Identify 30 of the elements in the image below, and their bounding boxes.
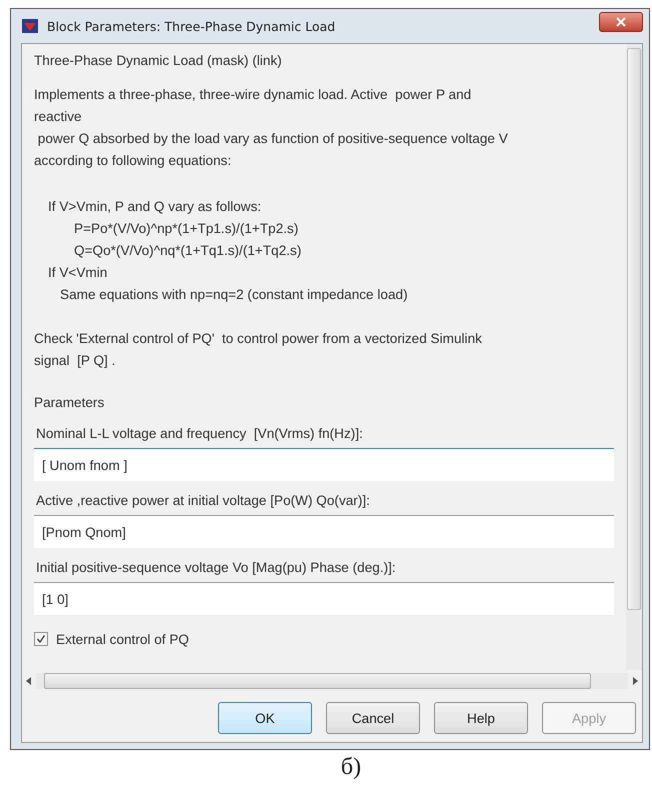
checkbox[interactable] — [34, 632, 48, 646]
horizontal-scrollbar[interactable] — [36, 673, 628, 689]
description-line: according to following equations: — [34, 152, 232, 170]
window-title: Block Parameters: Three-Phase Dynamic Load — [47, 18, 336, 34]
dialog-button[interactable]: OK — [218, 702, 312, 734]
checkbox-label: External control of PQ — [56, 632, 189, 646]
dialog-button[interactable]: Cancel — [326, 702, 420, 734]
condition-line: If V>Vmin, P and Q vary as follows: — [47, 198, 262, 216]
dialog-button[interactable]: Help — [434, 702, 528, 734]
figure-caption: б) — [340, 754, 362, 780]
scroll-left-icon[interactable] — [26, 677, 32, 685]
block-title: Three-Phase Dynamic Load (mask) (link) — [34, 52, 283, 70]
description-line: reactive — [34, 108, 83, 126]
equation-line: P=Po*(V/Vo)^np*(1+Tp1.s)/(1+Tp2.s) — [73, 220, 300, 238]
parameter-field[interactable]: [1 0] — [34, 583, 614, 615]
scroll-right-icon[interactable] — [632, 677, 638, 685]
parameter-field[interactable]: [Pnom Qnom] — [34, 516, 614, 548]
condition-line: If V<Vmin — [47, 264, 108, 282]
vertical-scrollbar[interactable] — [626, 44, 642, 670]
note-line: Check 'External control of PQ' to control power from a vectorized Simulink — [34, 330, 483, 348]
description-line: power Q absorbed by the load vary as function of positive-sequence voltage V — [36, 130, 509, 148]
note-line: signal [P Q] . — [34, 352, 116, 370]
close-button[interactable] — [599, 12, 643, 32]
equation-line: Q=Qo*(V/Vo)^nq*(1+Tq1.s)/(1+Tq2.s) — [73, 242, 302, 260]
app-icon — [21, 17, 39, 35]
parameter-field[interactable]: [ Unom fnom ] — [34, 449, 614, 481]
parameters-heading: Parameters — [34, 394, 106, 412]
description-line: Implements a three-phase, three-wire dynamic load. Active power P and — [34, 86, 472, 104]
condition-line: Same equations with np=nq=2 (constant impedance load) — [59, 286, 409, 304]
close-icon — [616, 17, 626, 27]
